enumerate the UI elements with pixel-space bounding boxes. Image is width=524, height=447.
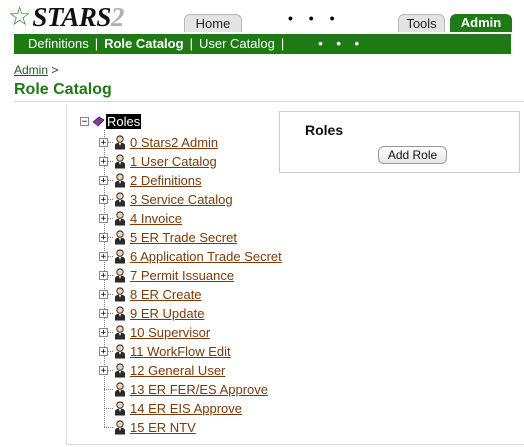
expand-toggle[interactable]: + (99, 328, 108, 338)
tree-root-label[interactable]: Roles (106, 113, 142, 129)
person-icon (114, 306, 126, 321)
nav-separator: | (280, 36, 285, 51)
expand-toggle[interactable]: + (99, 252, 108, 262)
role-link[interactable]: 13 ER FER/ES Approve (130, 382, 268, 397)
person-icon (114, 420, 126, 435)
nav-definitions[interactable]: Definitions (28, 36, 89, 51)
tree-root[interactable]: − Roles (80, 112, 142, 130)
person-icon (114, 173, 126, 188)
role-link[interactable]: 0 Stars2 Admin (130, 135, 218, 150)
tree-item[interactable]: 14 ER EIS Approve (99, 399, 242, 418)
logo-text: STARS2 (32, 1, 124, 32)
admin-subnav: Definitions | Role Catalog | User Catalog | • … (14, 34, 511, 54)
panel-title: Roles (305, 122, 344, 138)
tree-item[interactable]: +6 Application Trade Secret (99, 247, 282, 266)
role-link[interactable]: 10 Supervisor (130, 325, 210, 340)
tree-item[interactable]: +9 ER Update (99, 304, 204, 323)
nav-separator: | (189, 36, 193, 51)
person-icon (114, 401, 126, 416)
role-link[interactable]: 3 Service Catalog (130, 192, 233, 207)
person-icon (114, 344, 126, 359)
tree-item[interactable]: 15 ER NTV (99, 418, 196, 437)
page-title: Role Catalog (14, 81, 112, 98)
expand-toggle[interactable]: + (99, 138, 108, 148)
expand-toggle[interactable]: + (99, 271, 108, 281)
role-link[interactable]: 7 Permit Issuance (130, 268, 234, 283)
tree-connector-branch (104, 427, 113, 428)
tree-item[interactable]: +11 WorkFlow Edit (99, 342, 231, 361)
person-icon (114, 154, 126, 169)
role-link[interactable]: 6 Application Trade Secret (130, 249, 282, 264)
role-link[interactable]: 4 Invoice (130, 211, 182, 226)
expand-toggle[interactable]: + (99, 347, 108, 357)
star-icon: ☆ (8, 2, 32, 32)
role-link[interactable]: 1 User Catalog (130, 154, 217, 169)
stars2-logo: ☆ STARS2 (8, 2, 124, 32)
person-icon (114, 363, 126, 378)
collapse-toggle[interactable]: − (80, 116, 89, 126)
breadcrumb-admin-link[interactable]: Admin (14, 63, 48, 77)
tree-item[interactable]: +7 Permit Issuance (99, 266, 234, 285)
expand-toggle[interactable]: + (99, 290, 108, 300)
breadcrumb-separator: > (51, 63, 59, 77)
tree-connector-branch (104, 408, 113, 409)
tree-item[interactable]: +1 User Catalog (99, 152, 217, 171)
role-link[interactable]: 14 ER EIS Approve (130, 401, 242, 416)
role-link[interactable]: 9 ER Update (130, 306, 204, 321)
role-link[interactable]: 11 WorkFlow Edit (130, 344, 231, 359)
person-icon (114, 287, 126, 302)
person-icon (114, 211, 126, 226)
tree-item[interactable]: +2 Definitions (99, 171, 202, 190)
role-link[interactable]: 5 ER Trade Secret (130, 230, 237, 245)
person-icon (114, 230, 126, 245)
role-link[interactable]: 12 General User (130, 363, 225, 378)
roles-book-icon (92, 116, 105, 127)
tree-item[interactable]: +5 ER Trade Secret (99, 228, 237, 247)
tree-item[interactable]: 13 ER FER/ES Approve (99, 380, 268, 399)
role-link[interactable]: 15 ER NTV (130, 420, 196, 435)
tree-item[interactable]: +8 ER Create (99, 285, 202, 304)
add-role-button[interactable]: Add Role (378, 146, 447, 164)
tree-connector-branch (104, 389, 113, 390)
expand-toggle[interactable]: + (99, 233, 108, 243)
person-icon (114, 135, 126, 150)
tab-admin[interactable]: Admin (450, 14, 512, 32)
expand-toggle[interactable]: + (99, 176, 108, 186)
nav-user-catalog[interactable]: User Catalog (199, 36, 275, 51)
tab-tools[interactable]: Tools (398, 14, 445, 32)
tree-item[interactable]: +10 Supervisor (99, 323, 210, 342)
expand-toggle[interactable]: + (99, 309, 108, 319)
top-dots: • • • (288, 10, 341, 26)
nav-role-catalog[interactable]: Role Catalog (104, 36, 183, 51)
person-icon (114, 268, 126, 283)
role-link[interactable]: 8 ER Create (130, 287, 202, 302)
tab-home[interactable]: Home (184, 14, 242, 32)
expand-toggle[interactable]: + (99, 195, 108, 205)
tree-item[interactable]: +3 Service Catalog (99, 190, 233, 209)
role-link[interactable]: 2 Definitions (130, 173, 202, 188)
person-icon (114, 192, 126, 207)
person-icon (114, 249, 126, 264)
title-divider (14, 101, 524, 102)
tree-item[interactable]: +4 Invoice (99, 209, 182, 228)
tree-item[interactable]: +12 General User (99, 361, 225, 380)
person-icon (114, 325, 126, 340)
expand-toggle[interactable]: + (99, 157, 108, 167)
expand-toggle[interactable]: + (99, 366, 108, 376)
breadcrumb: Admin > (14, 63, 58, 77)
tree-item[interactable]: +0 Stars2 Admin (99, 133, 218, 152)
person-icon (114, 382, 126, 397)
nav-separator: | (94, 36, 99, 51)
expand-toggle[interactable]: + (99, 214, 108, 224)
roles-panel: Roles Add Role (279, 111, 520, 173)
nav-dots: • • • (318, 36, 365, 51)
